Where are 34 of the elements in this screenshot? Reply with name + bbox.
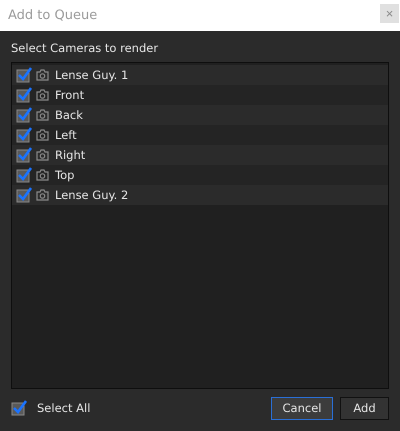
prompt-label: Select Cameras to render (11, 41, 160, 57)
checkbox[interactable] (16, 107, 32, 123)
cancel-button[interactable]: Cancel (271, 396, 333, 420)
checkbox[interactable] (16, 67, 32, 83)
checkbox[interactable] (16, 187, 32, 203)
camera-name: Lense Guy. 1 (55, 68, 128, 82)
camera-icon (36, 189, 49, 201)
camera-name: Top (55, 168, 74, 182)
list-item[interactable]: Left (12, 125, 388, 145)
checkbox[interactable] (16, 147, 32, 163)
checkbox[interactable] (16, 127, 32, 143)
camera-name: Lense Guy. 2 (55, 188, 128, 202)
camera-name: Left (55, 128, 77, 142)
list-item[interactable]: Lense Guy. 2 (12, 185, 388, 205)
list-item[interactable]: Front (12, 85, 388, 105)
window-title: Add to Queue (8, 8, 98, 23)
select-all-label[interactable]: Select All (37, 401, 271, 415)
camera-icon (36, 129, 49, 141)
camera-icon (36, 89, 49, 101)
camera-icon (36, 149, 49, 161)
camera-icon (36, 109, 49, 121)
camera-icon (36, 169, 49, 181)
camera-icon (36, 69, 49, 81)
list-item[interactable]: Lense Guy. 1 (12, 65, 388, 85)
add-button[interactable]: Add (340, 396, 389, 420)
checkbox[interactable] (16, 87, 32, 103)
list-item[interactable]: Back (12, 105, 388, 125)
camera-name: Front (55, 88, 84, 102)
checkbox[interactable] (11, 400, 27, 416)
list-item[interactable]: Top (12, 165, 388, 185)
checkbox[interactable] (16, 167, 32, 183)
list-item[interactable]: Right (12, 145, 388, 165)
camera-name: Back (55, 108, 83, 122)
camera-name: Right (55, 148, 86, 162)
